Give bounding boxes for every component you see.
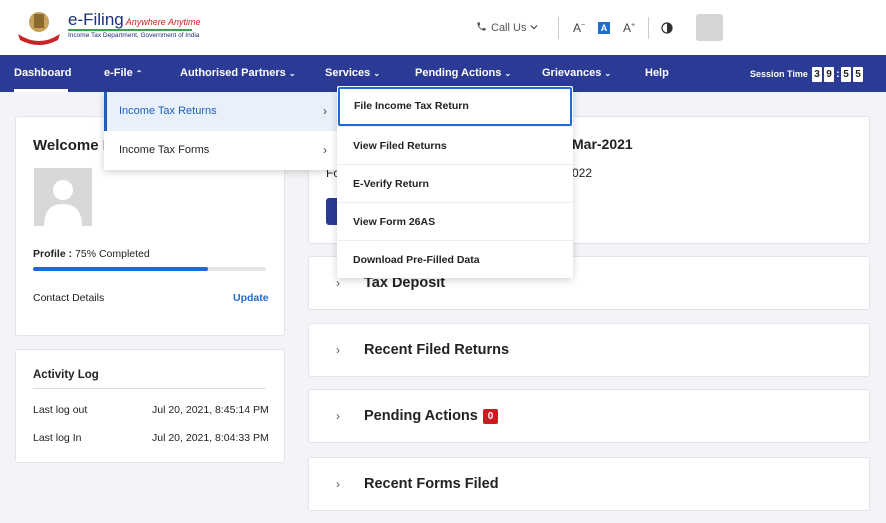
last-logout-value: Jul 20, 2021, 8:45:14 PM: [152, 404, 269, 416]
pending-actions-title: Pending Actions: [364, 408, 478, 424]
profile-progress-bar: [33, 267, 266, 271]
pending-actions-badge: 0: [483, 409, 498, 424]
header-divider: [558, 17, 559, 39]
profile-avatar: [34, 168, 92, 226]
last-logout-label: Last log out: [33, 404, 88, 416]
session-digit: 3: [812, 67, 822, 82]
nav-grievances[interactable]: Grievances ⌄: [542, 67, 611, 79]
profile-progress-fill: [33, 267, 208, 271]
menu-item-e-verify-return[interactable]: E-Verify Return: [337, 164, 573, 202]
nav-pending-actions[interactable]: Pending Actions ⌄: [415, 67, 511, 79]
nav-grievances-label: Grievances: [542, 67, 602, 79]
active-nav-indicator: [14, 89, 68, 92]
update-contact-link[interactable]: Update: [233, 292, 269, 304]
chevron-down-icon: ⌄: [288, 69, 296, 78]
chevron-right-icon: ›: [336, 409, 340, 423]
font-decrease-button[interactable]: A−: [573, 21, 585, 35]
menu-item-income-tax-forms[interactable]: Income Tax Forms ›: [104, 131, 337, 170]
menu-item-download-prefilled[interactable]: Download Pre-Filled Data: [337, 240, 573, 278]
menu-item-income-tax-returns[interactable]: Income Tax Returns ›: [104, 92, 337, 131]
chevron-right-icon: ›: [336, 477, 340, 491]
session-timer: 3 9 : 5 5: [812, 67, 863, 82]
profile-value: 75% Completed: [75, 248, 150, 260]
call-us-label: Call Us: [491, 22, 527, 34]
recent-forms-filed-title: Recent Forms Filed: [364, 476, 499, 492]
chevron-down-icon: ⌄: [604, 69, 612, 78]
nav-authorised-partners-label: Authorised Partners: [180, 67, 286, 79]
filing-status-year: 022: [572, 166, 593, 180]
nav-help[interactable]: Help: [645, 67, 669, 79]
session-digit: 5: [841, 67, 851, 82]
menu-item-file-itr[interactable]: File Income Tax Return: [338, 87, 572, 126]
session-digit: 9: [824, 67, 834, 82]
itr-submenu: File Income Tax Return View Filed Return…: [337, 86, 573, 278]
contact-details-label: Contact Details: [33, 292, 105, 304]
nav-services[interactable]: Services ⌄: [325, 67, 380, 79]
font-increase-button[interactable]: A+: [623, 21, 635, 35]
emblem-logo[interactable]: [14, 8, 64, 46]
profile-completion: Profile : 75% Completed: [33, 248, 150, 260]
nav-dashboard[interactable]: Dashboard: [14, 67, 71, 79]
chevron-down-icon: ⌄: [373, 69, 381, 78]
recent-filed-returns-title: Recent Filed Returns: [364, 342, 510, 358]
font-increase-label: A: [623, 21, 632, 35]
phone-icon: [476, 21, 487, 35]
logo-divider: [68, 29, 192, 31]
logo-title-text: e-Filing: [68, 10, 124, 29]
chevron-right-icon: ›: [323, 104, 327, 118]
chevron-up-icon: ⌃: [135, 69, 143, 78]
call-us-button[interactable]: Call Us: [476, 21, 539, 35]
logo-tagline: Anywhere Anytime: [125, 17, 201, 27]
font-decrease-label: A: [573, 21, 582, 35]
efile-dropdown: Income Tax Returns › Income Tax Forms ›: [104, 92, 337, 170]
session-time-label: Session Time: [750, 69, 808, 79]
session-digit: 5: [853, 67, 863, 82]
menu-item-label: Income Tax Forms: [119, 144, 210, 156]
chevron-right-icon: ›: [336, 276, 340, 290]
header: e-Filing Anywhere Anytime Income Tax Depa…: [0, 0, 886, 55]
menu-item-view-form-26as[interactable]: View Form 26AS: [337, 202, 573, 240]
activity-divider: [33, 388, 266, 389]
chevron-right-icon: ›: [323, 143, 327, 157]
user-silhouette-icon: [44, 180, 82, 226]
nav-services-label: Services: [325, 67, 371, 79]
chevron-right-icon: ›: [336, 343, 340, 357]
contrast-icon[interactable]: [661, 21, 673, 39]
session-colon: :: [836, 68, 840, 80]
last-login-value: Jul 20, 2021, 8:04:33 PM: [152, 432, 269, 444]
last-login-label: Last log In: [33, 432, 82, 444]
header-divider: [648, 17, 649, 39]
nav-authorised-partners[interactable]: Authorised Partners ⌄: [180, 67, 296, 79]
nav-pending-actions-label: Pending Actions: [415, 67, 502, 79]
chevron-down-icon: ⌄: [504, 69, 512, 78]
nav-efile-label: e-File: [104, 67, 133, 79]
font-default-button[interactable]: A: [598, 22, 610, 34]
logo-subtitle: Income Tax Department, Government of Ind…: [68, 32, 200, 39]
profile-label: Profile :: [33, 248, 73, 260]
menu-item-label: Income Tax Returns: [119, 105, 217, 117]
menu-item-view-filed-returns[interactable]: View Filed Returns: [337, 126, 573, 164]
activity-log-title: Activity Log: [33, 369, 99, 381]
nav-efile[interactable]: e-File ⌃: [104, 67, 143, 79]
filing-status-title: Mar-2021: [572, 136, 633, 152]
welcome-title: Welcome E: [33, 137, 113, 154]
chevron-down-icon: [530, 22, 539, 34]
avatar[interactable]: [696, 14, 723, 41]
logo-title[interactable]: e-Filing Anywhere Anytime: [68, 10, 200, 30]
